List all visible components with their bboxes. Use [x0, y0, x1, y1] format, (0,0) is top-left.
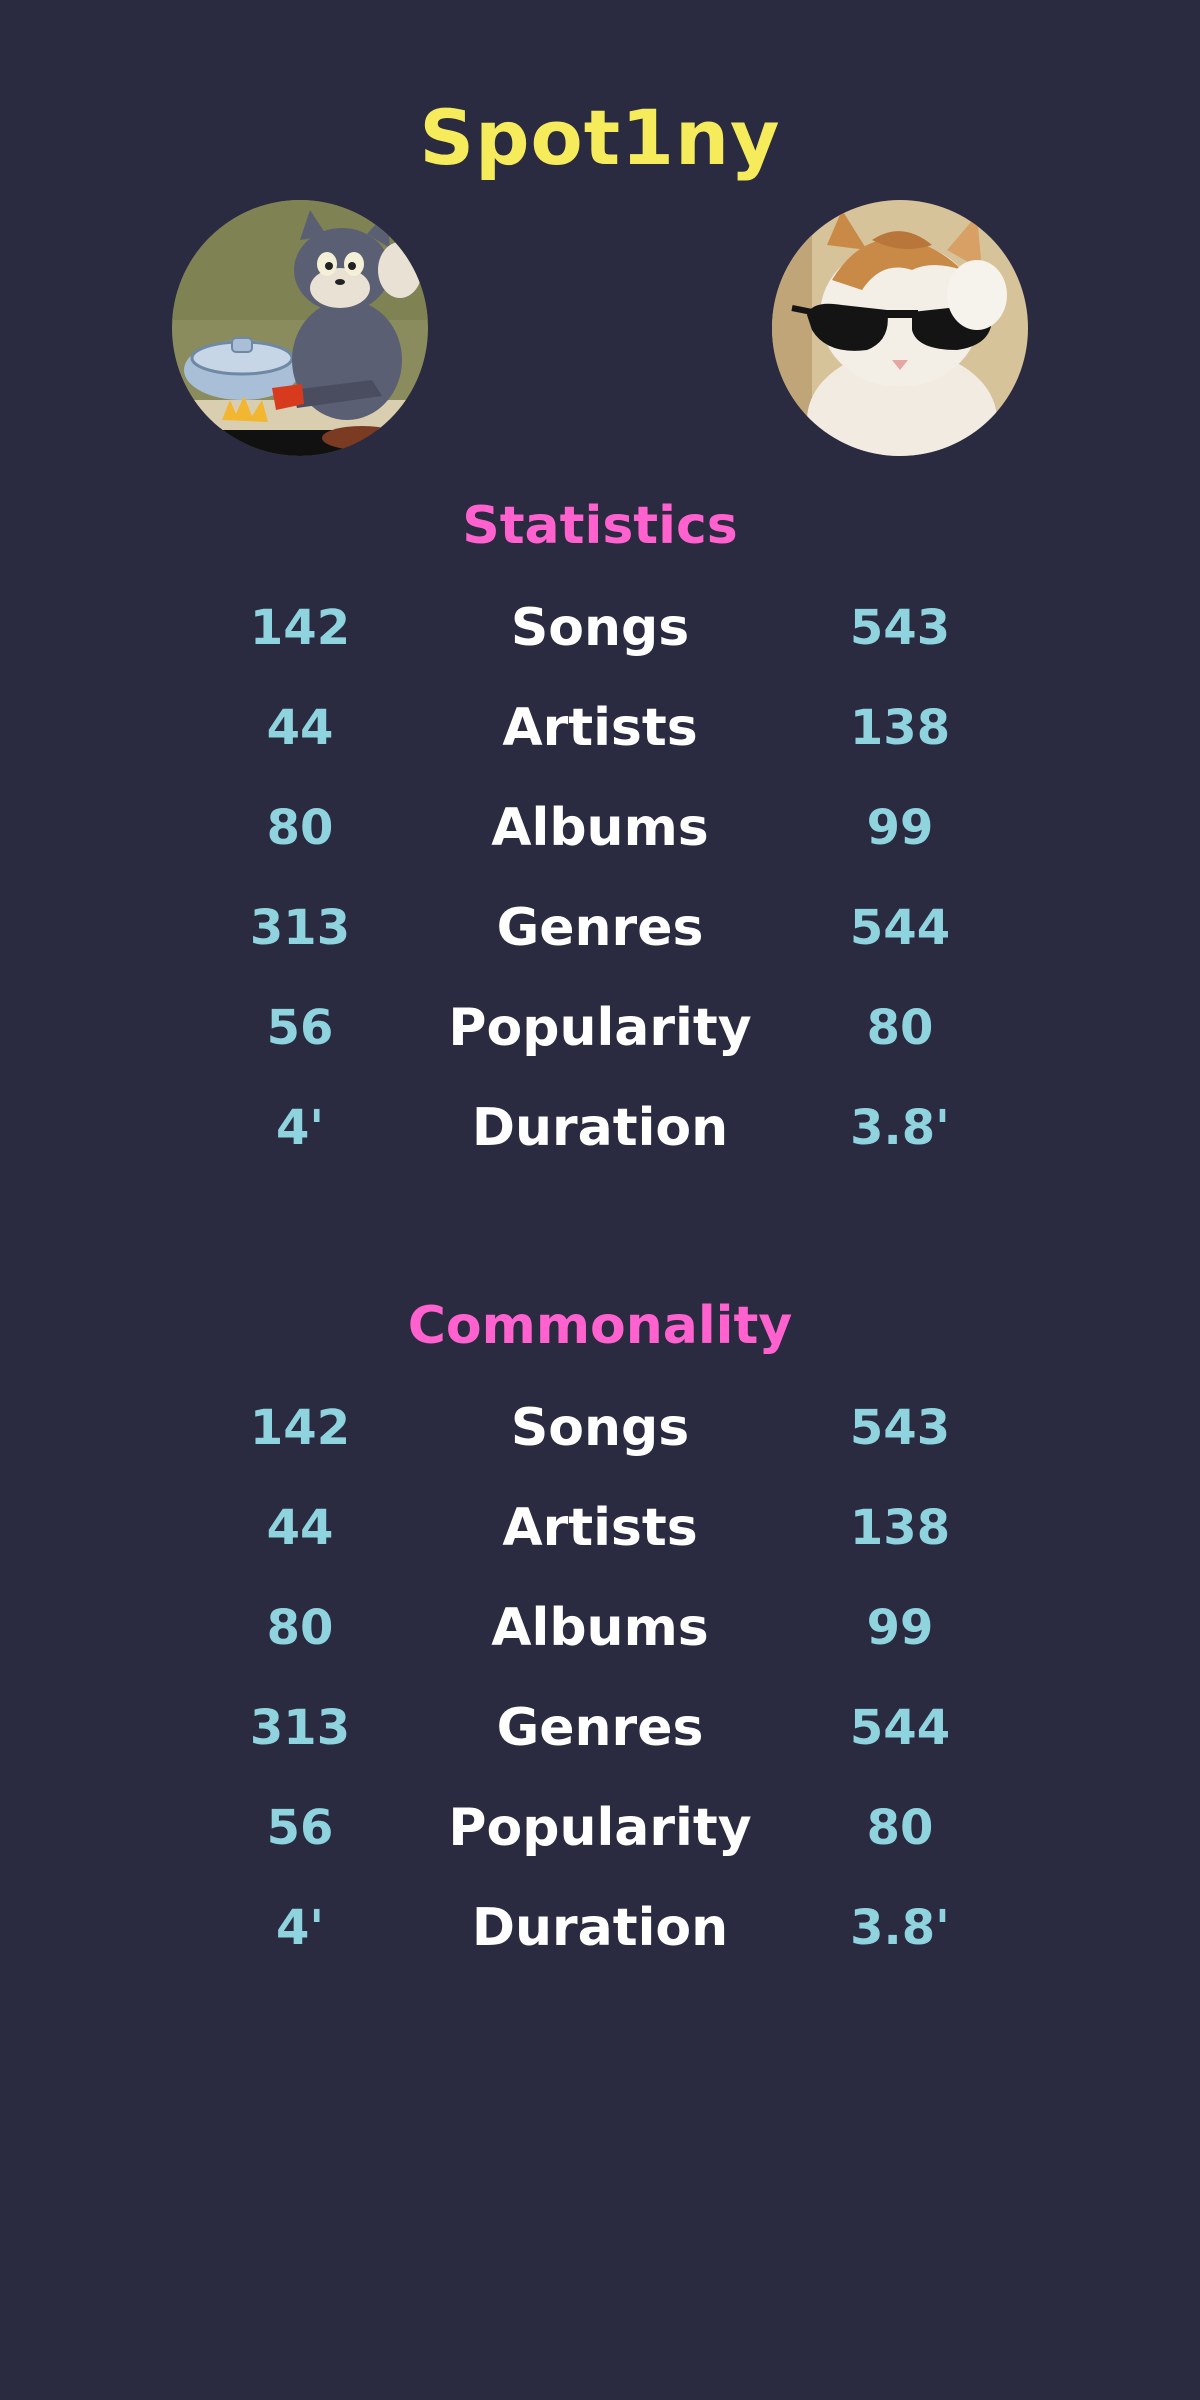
- stat-label: Duration: [471, 1098, 729, 1158]
- common-row-popularity: 56 Popularity 80: [0, 1778, 1200, 1878]
- statistics-heading: Statistics: [462, 496, 738, 556]
- cat-sunglasses-avatar: [772, 200, 1028, 456]
- stat-left-value: 142: [249, 600, 351, 656]
- stat-label: Artists: [502, 698, 698, 758]
- common-label: Artists: [502, 1498, 698, 1558]
- common-right-value: 99: [866, 1600, 934, 1656]
- common-label: Songs: [510, 1398, 690, 1458]
- common-left-value: 142: [249, 1400, 351, 1456]
- user-avatar-left[interactable]: [172, 200, 428, 456]
- stat-right-value: 99: [866, 800, 934, 856]
- common-right-value: 543: [849, 1400, 951, 1456]
- stats-row-artists: 44 Artists 138: [0, 678, 1200, 778]
- common-left-value: 313: [249, 1700, 351, 1756]
- stat-right-value: 3.8': [850, 1100, 950, 1156]
- stats-row-duration: 4' Duration 3.8': [0, 1078, 1200, 1178]
- user-avatar-right[interactable]: [772, 200, 1028, 456]
- stat-label: Songs: [510, 598, 690, 658]
- common-row-duration: 4' Duration 3.8': [0, 1878, 1200, 1978]
- common-left-value: 44: [266, 1500, 334, 1556]
- stat-label: Genres: [496, 898, 704, 958]
- stats-row-popularity: 56 Popularity 80: [0, 978, 1200, 1078]
- common-right-value: 3.8': [850, 1900, 950, 1956]
- stats-row-genres: 313 Genres 544: [0, 878, 1200, 978]
- common-row-albums: 80 Albums 99: [0, 1578, 1200, 1678]
- stat-left-value: 56: [266, 1000, 334, 1056]
- stat-right-value: 80: [866, 1000, 934, 1056]
- common-right-value: 138: [849, 1500, 951, 1556]
- stats-row-songs: 142 Songs 543: [0, 578, 1200, 678]
- common-right-value: 80: [866, 1800, 934, 1856]
- common-row-artists: 44 Artists 138: [0, 1478, 1200, 1578]
- stats-row-albums: 80 Albums 99: [0, 778, 1200, 878]
- common-row-genres: 313 Genres 544: [0, 1678, 1200, 1778]
- stat-right-value: 544: [849, 900, 951, 956]
- common-left-value: 56: [266, 1800, 334, 1856]
- stat-left-value: 44: [266, 700, 334, 756]
- stat-right-value: 138: [849, 700, 951, 756]
- common-label: Popularity: [448, 1798, 752, 1858]
- common-label: Albums: [491, 1598, 709, 1658]
- common-right-value: 544: [849, 1700, 951, 1756]
- common-label: Duration: [471, 1898, 729, 1958]
- common-left-value: 4': [275, 1900, 325, 1956]
- stat-left-value: 4': [275, 1100, 325, 1156]
- common-left-value: 80: [266, 1600, 334, 1656]
- common-row-songs: 142 Songs 543: [0, 1378, 1200, 1478]
- stat-label: Popularity: [448, 998, 752, 1058]
- app-title: Spot1ny: [419, 93, 781, 182]
- stat-label: Albums: [491, 798, 709, 858]
- cartoon-cat-cooking-avatar: [172, 200, 428, 456]
- commonality-heading: Commonality: [407, 1296, 793, 1356]
- stat-right-value: 543: [849, 600, 951, 656]
- stat-left-value: 313: [249, 900, 351, 956]
- stat-left-value: 80: [266, 800, 334, 856]
- common-label: Genres: [496, 1698, 704, 1758]
